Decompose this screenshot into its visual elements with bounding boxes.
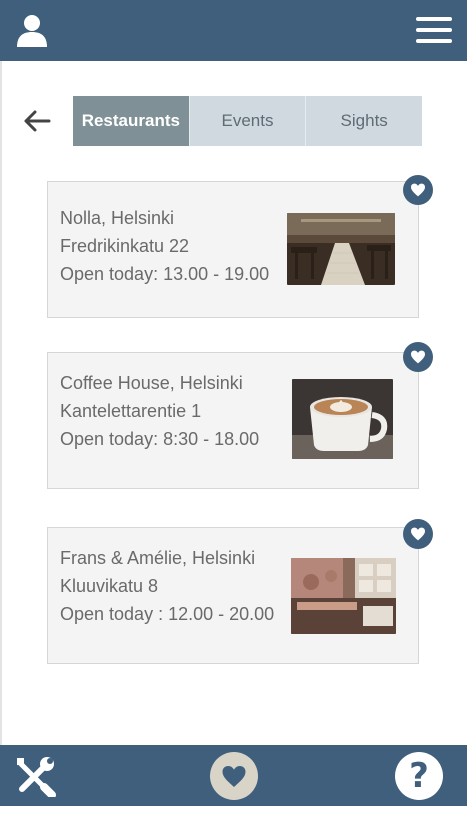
left-border bbox=[0, 61, 2, 745]
place-name: Frans & Amélie, Helsinki bbox=[60, 548, 256, 568]
category-tabs: Restaurants Events Sights bbox=[73, 96, 423, 146]
place-name: Coffee House, Helsinki bbox=[60, 373, 243, 393]
hamburger-menu-icon[interactable] bbox=[416, 17, 452, 43]
place-address: Fredrikinkatu 22 bbox=[60, 236, 190, 256]
latte-art-coffee-photo bbox=[292, 379, 393, 459]
favorites-button[interactable] bbox=[210, 752, 258, 800]
tab-sights[interactable]: Sights bbox=[305, 96, 423, 146]
bottom-bar: ? bbox=[0, 745, 467, 806]
arrow-left-icon[interactable] bbox=[22, 108, 52, 134]
favorite-button-2[interactable] bbox=[403, 342, 433, 372]
place-address: Kantelettarentie 1 bbox=[60, 401, 202, 421]
tab-events[interactable]: Events bbox=[188, 96, 306, 146]
place-card-coffee-house[interactable]: Coffee House, Helsinki Kantelettarentie … bbox=[47, 352, 419, 489]
favorite-button-1[interactable] bbox=[403, 175, 433, 205]
top-bar bbox=[0, 0, 467, 61]
place-info: Frans & Amélie, Helsinki Kluuvikatu 8 Op… bbox=[60, 544, 274, 628]
place-hours: Open today: 13.00 - 19.00 bbox=[60, 264, 270, 284]
favorite-button-3[interactable] bbox=[403, 519, 433, 549]
restaurant-interior-photo bbox=[287, 213, 395, 285]
heart-icon bbox=[411, 183, 425, 197]
place-info: Coffee House, Helsinki Kantelettarentie … bbox=[60, 369, 259, 453]
help-button[interactable]: ? bbox=[395, 752, 443, 800]
place-card-nolla[interactable]: Nolla, Helsinki Fredrikinkatu 22 Open to… bbox=[47, 181, 419, 318]
cafe-counter-photo bbox=[291, 558, 396, 634]
heart-icon bbox=[222, 765, 246, 787]
heart-icon bbox=[411, 350, 425, 364]
place-name: Nolla, Helsinki bbox=[60, 208, 175, 228]
place-hours: Open today: 8:30 - 18.00 bbox=[60, 429, 260, 449]
place-hours: Open today : 12.00 - 20.00 bbox=[60, 604, 275, 624]
place-card-frans-amelie[interactable]: Frans & Amélie, Helsinki Kluuvikatu 8 Op… bbox=[47, 527, 419, 664]
heart-icon bbox=[411, 527, 425, 541]
place-info: Nolla, Helsinki Fredrikinkatu 22 Open to… bbox=[60, 204, 269, 288]
wrench-screwdriver-icon[interactable] bbox=[14, 755, 58, 797]
place-address: Kluuvikatu 8 bbox=[60, 576, 159, 596]
tab-restaurants[interactable]: Restaurants bbox=[73, 96, 189, 146]
user-icon[interactable] bbox=[14, 12, 50, 48]
